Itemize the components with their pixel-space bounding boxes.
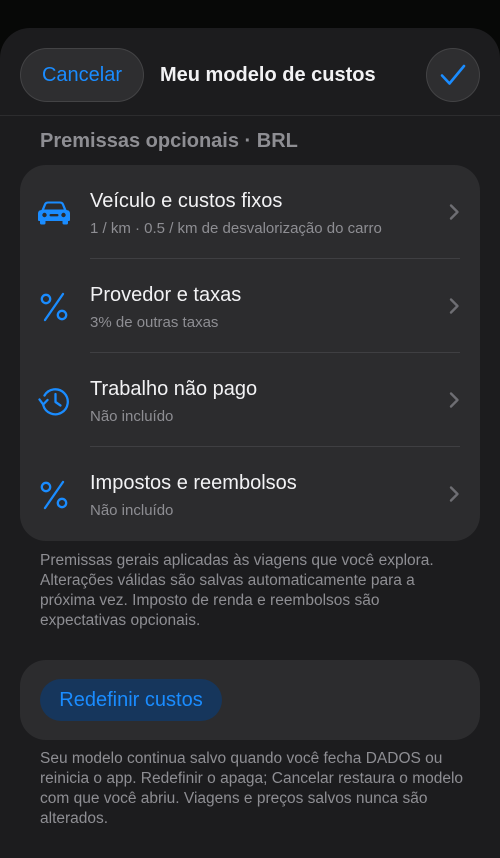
- reset-costs-button[interactable]: Redefinir custos: [40, 679, 222, 721]
- list-item-unpaid-work[interactable]: Trabalho não pago Não incluído: [20, 353, 480, 447]
- list-item-taxes-reimbursements[interactable]: Impostos e reembolsos Não incluído: [20, 447, 480, 541]
- list-item-subtitle: Não incluído: [90, 502, 174, 519]
- reset-group: Redefinir custos: [20, 660, 480, 740]
- chevron-right-icon: [449, 392, 459, 408]
- nav-divider: [0, 115, 500, 116]
- checkmark-icon: [440, 64, 466, 85]
- list-item-title: Trabalho não pago: [90, 378, 258, 400]
- chevron-right-icon: [449, 486, 459, 502]
- list-item-title: Provedor e taxas: [90, 284, 242, 306]
- reset-footer-note: Seu modelo continua salvo quando você fe…: [40, 750, 464, 827]
- percent-icon: [36, 477, 72, 513]
- percent-icon: [36, 289, 72, 325]
- chevron-right-icon: [449, 298, 459, 314]
- cost-model-sheet: Cancelar Meu modelo de custos Premissas …: [0, 28, 500, 858]
- list-item-subtitle: 1 / km · 0.5 / km de desvalorização do c…: [90, 220, 382, 237]
- list-item-title: Veículo e custos fixos: [90, 190, 283, 212]
- list-item-subtitle: 3% de outras taxas: [90, 314, 219, 331]
- list-item-provider-fees[interactable]: Provedor e taxas 3% de outras taxas: [20, 259, 480, 353]
- car-icon: [36, 195, 72, 231]
- cancel-button[interactable]: Cancelar: [20, 48, 144, 102]
- history-clock-icon: [36, 383, 72, 419]
- assumptions-list: Veículo e custos fixos 1 / km · 0.5 / km…: [20, 165, 480, 541]
- chevron-right-icon: [449, 204, 459, 220]
- list-item-vehicle-costs[interactable]: Veículo e custos fixos 1 / km · 0.5 / km…: [20, 165, 480, 259]
- list-item-title: Impostos e reembolsos: [90, 472, 297, 494]
- list-item-subtitle: Não incluído: [90, 408, 174, 425]
- page-title: Meu modelo de custos: [160, 64, 376, 86]
- assumptions-footer-note: Premissas gerais aplicadas às viagens qu…: [40, 552, 434, 629]
- done-button[interactable]: [426, 48, 480, 102]
- section-header: Premissas opcionais · BRL: [40, 130, 298, 152]
- navigation-bar: Cancelar Meu modelo de custos: [0, 28, 500, 118]
